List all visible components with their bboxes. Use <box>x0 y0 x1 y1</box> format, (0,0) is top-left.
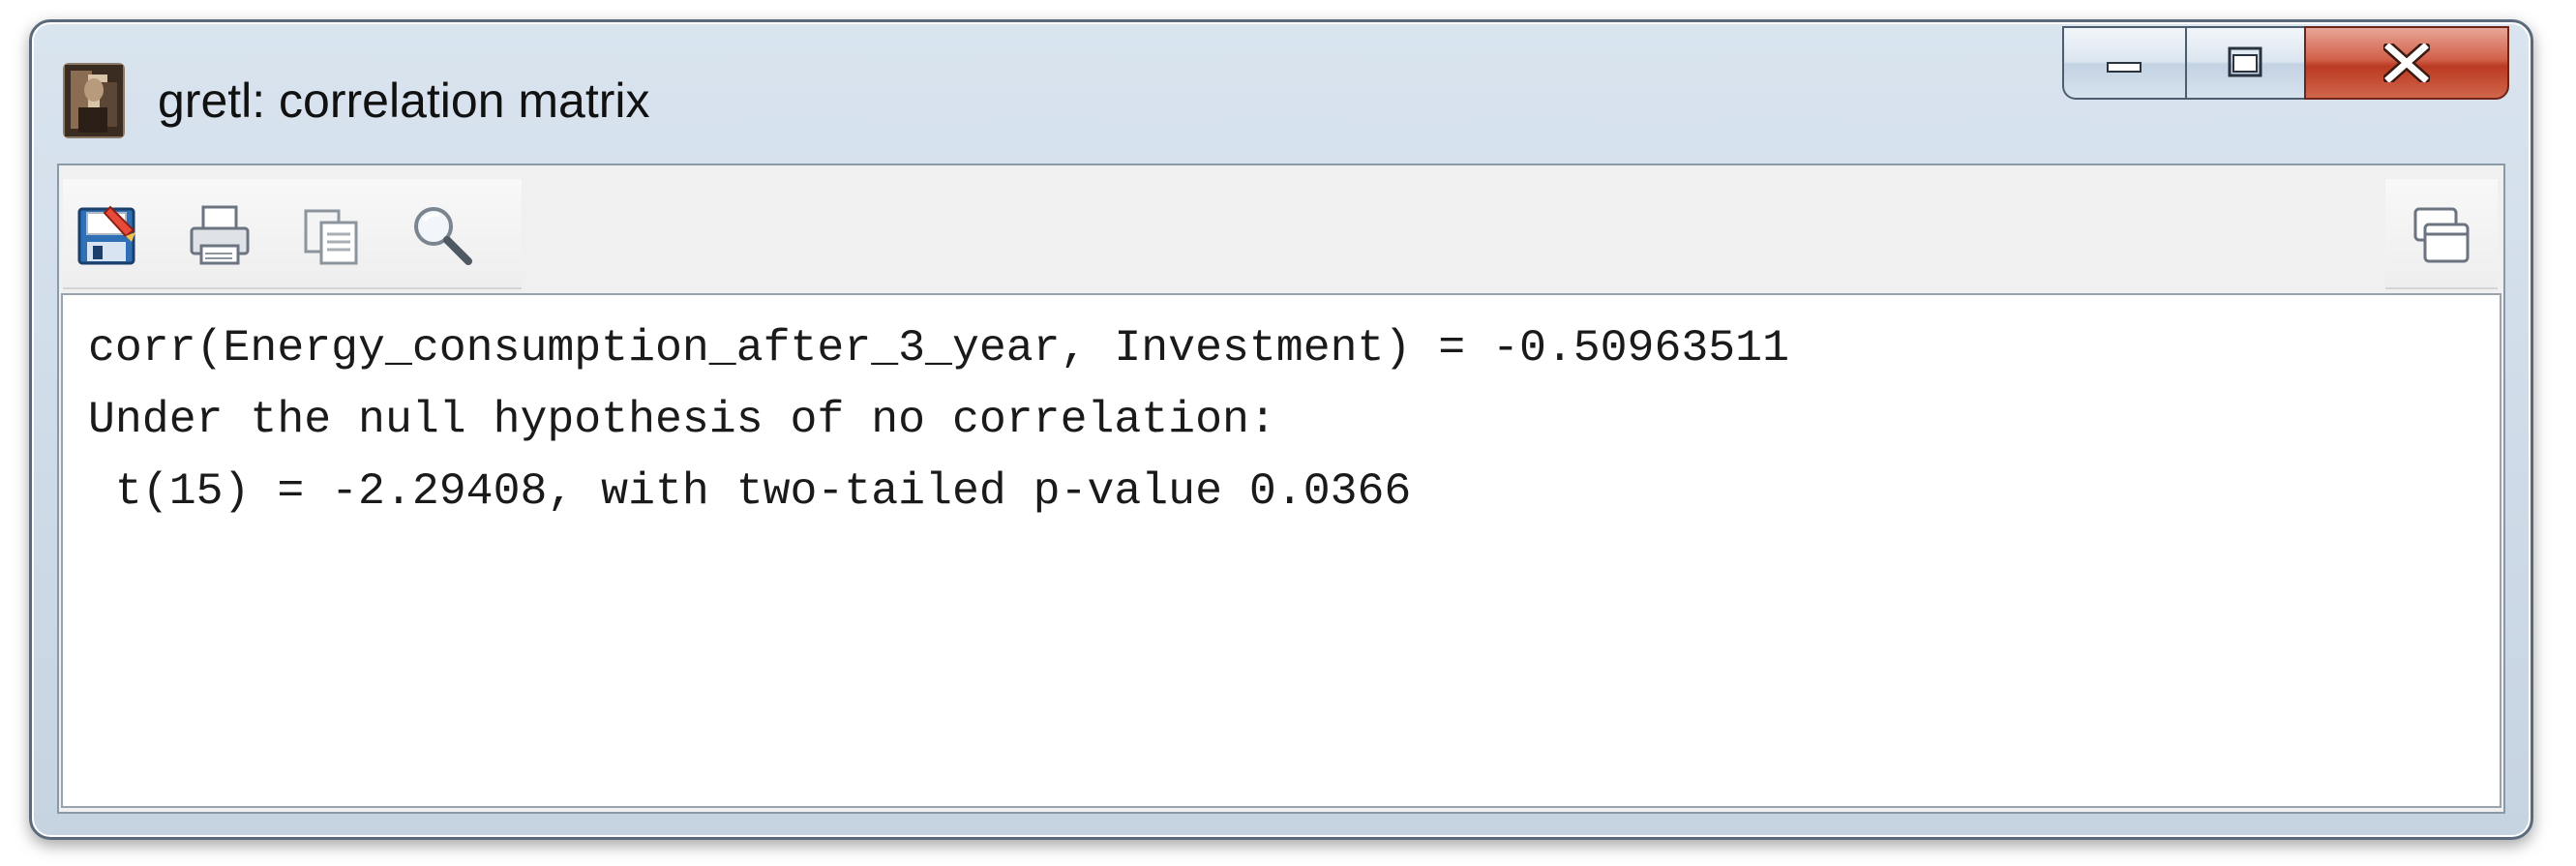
output-line-2: Under the null hypothesis of no correlat… <box>88 394 1276 445</box>
windows-list-icon <box>2413 207 2470 263</box>
windows-list-button[interactable] <box>2403 196 2480 274</box>
gretl-app-icon[interactable] <box>65 65 123 136</box>
toolbar <box>59 165 2503 291</box>
save-icon <box>77 205 135 265</box>
close-icon <box>2383 44 2430 82</box>
caption-buttons <box>2062 26 2509 100</box>
output-line-3: t(15) = -2.29408, with two-tailed p-valu… <box>88 465 1412 517</box>
output-line-1: corr(Energy_consumption_after_3_year, In… <box>88 322 1789 373</box>
close-button[interactable] <box>2304 26 2509 100</box>
copy-icon <box>304 209 358 265</box>
print-button[interactable] <box>181 196 258 274</box>
window-client-area: corr(Energy_consumption_after_3_year, In… <box>57 164 2505 814</box>
print-icon <box>190 205 250 265</box>
minimize-button[interactable] <box>2062 26 2186 100</box>
find-button[interactable] <box>404 196 481 274</box>
save-button[interactable] <box>69 196 146 274</box>
minimize-icon <box>2106 62 2142 73</box>
correlation-output-text[interactable]: corr(Energy_consumption_after_3_year, In… <box>61 293 2501 808</box>
window-title: gretl: correlation matrix <box>158 74 650 128</box>
copy-button[interactable] <box>293 196 371 274</box>
gretl-window: gretl: correlation matrix corr(Energy_co… <box>29 19 2533 840</box>
maximize-icon <box>2228 46 2261 77</box>
find-icon <box>414 207 472 265</box>
title-bar[interactable]: gretl: correlation matrix <box>32 22 2531 158</box>
maximize-button[interactable] <box>2186 26 2304 100</box>
